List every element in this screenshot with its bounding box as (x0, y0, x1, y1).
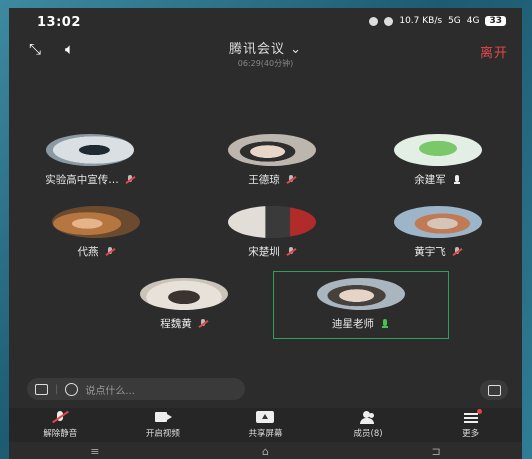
avatar (394, 206, 482, 238)
avatar (228, 206, 316, 238)
more-label: 更多 (462, 429, 480, 439)
mic-muted-icon (105, 246, 115, 257)
participant-name: 黄宇飞 (414, 246, 446, 258)
menu-nav-icon[interactable]: ≡ (90, 445, 99, 458)
video-label: 开启视频 (145, 429, 180, 439)
avatar (46, 134, 134, 166)
signal-5g: 5G (448, 16, 461, 26)
mic-muted-icon (125, 174, 135, 185)
share-screen-button[interactable]: 共享屏幕 (214, 408, 317, 442)
mic-muted-icon (198, 318, 208, 329)
chat-input-bar[interactable]: | 说点什么... (27, 378, 245, 400)
avatar (317, 278, 405, 310)
home-nav-icon[interactable]: ⌂ (262, 445, 269, 458)
unmute-label: 解除静音 (43, 429, 78, 439)
participant-name: 代燕 (77, 246, 99, 258)
meeting-duration: 06:29(40分钟) (237, 59, 294, 68)
back-nav-icon[interactable]: ⊐ (431, 445, 440, 458)
phone-screen: 13:02 10.7 KB/s 5G 4G 33 ⤡ 🔈︎ 腾讯会议 ⌄ 06:… (9, 8, 522, 459)
participant-tile[interactable]: 王德琼 (197, 134, 347, 187)
mic-on-icon (452, 174, 462, 185)
battery-level: 33 (485, 16, 506, 26)
emoji-icon[interactable] (65, 382, 79, 396)
divider: | (55, 383, 59, 395)
share-screen-icon (256, 411, 275, 424)
more-icon (462, 409, 482, 424)
avatar (52, 206, 140, 238)
alarm-icon (369, 16, 379, 26)
avatar (228, 134, 316, 166)
notes-button[interactable] (480, 380, 508, 400)
participant-tile[interactable]: 黄宇飞 (363, 206, 513, 259)
notes-icon (487, 384, 501, 396)
more-button[interactable]: 更多 (419, 408, 522, 442)
status-bar: 13:02 10.7 KB/s 5G 4G 33 (9, 8, 522, 30)
status-time: 13:02 (37, 15, 81, 30)
participant-tile[interactable]: 宋楚圳 (197, 206, 347, 259)
participant-tile[interactable]: 程魏黄 (109, 278, 259, 331)
participant-tile[interactable]: 代燕 (21, 206, 171, 259)
unmute-button[interactable]: 解除静音 (9, 408, 112, 442)
participant-name: 余建军 (414, 174, 446, 186)
members-icon (359, 411, 377, 424)
system-nav-bar: ≡ ⌂ ⊐ (9, 444, 522, 459)
participant-name: 实验高中宣传… (45, 174, 119, 186)
members-button[interactable]: 成员(8) (317, 408, 420, 442)
status-indicators: 10.7 KB/s 5G 4G 33 (369, 16, 506, 26)
bottom-toolbar: 解除静音 开启视频 共享屏幕 成员(8) 更多 (9, 408, 522, 442)
avatar (140, 278, 228, 310)
chat-icon[interactable] (35, 383, 48, 395)
mute-icon (384, 16, 394, 26)
participant-name: 迪星老师 (332, 318, 374, 330)
camera-icon (154, 411, 172, 424)
mic-speaking-icon (380, 318, 390, 329)
leave-button[interactable]: 离开 (480, 42, 508, 61)
members-label: 成员(8) (353, 429, 383, 439)
mic-muted-icon (286, 246, 296, 257)
meeting-title[interactable]: 腾讯会议 ⌄ (9, 38, 522, 57)
participant-name: 王德琼 (248, 174, 280, 186)
avatar (394, 134, 482, 166)
participant-tile[interactable]: 余建军 (363, 134, 513, 187)
mic-muted-icon (452, 246, 462, 257)
mic-muted-icon (286, 174, 296, 185)
chat-placeholder[interactable]: 说点什么... (85, 382, 135, 397)
mic-off-icon (51, 411, 69, 424)
participant-tile[interactable]: 实验高中宣传… (15, 134, 165, 187)
net-speed: 10.7 KB/s (399, 16, 443, 26)
chevron-down-icon: ⌄ (290, 42, 303, 57)
participant-name: 程魏黄 (160, 318, 192, 330)
signal-4g: 4G (466, 16, 480, 26)
participant-tile-active[interactable]: 迪星老师 (286, 278, 436, 331)
share-label: 共享屏幕 (248, 429, 283, 439)
start-video-button[interactable]: 开启视频 (112, 408, 215, 442)
meeting-header: ⤡ 🔈︎ 腾讯会议 ⌄ 06:29(40分钟) 离开 (9, 32, 522, 68)
participant-name: 宋楚圳 (248, 246, 280, 258)
